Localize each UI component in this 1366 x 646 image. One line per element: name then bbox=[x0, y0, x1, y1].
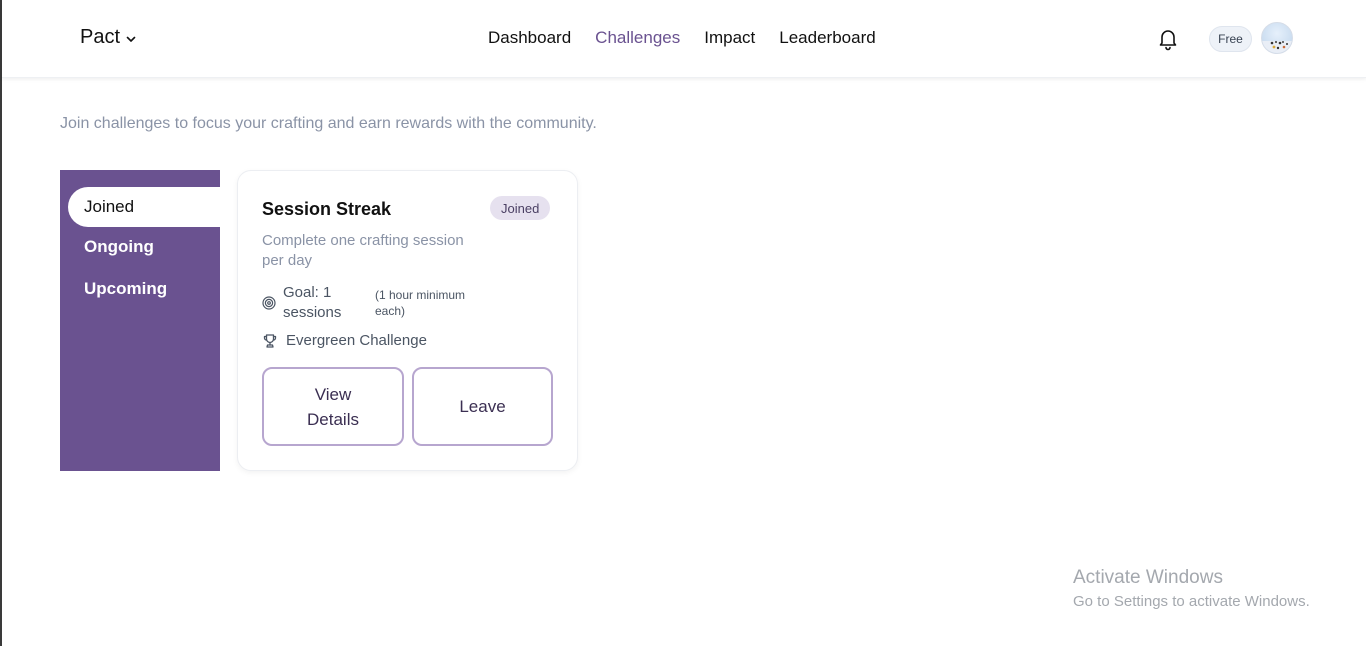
goal-text: Goal: 1 sessions bbox=[283, 284, 342, 321]
bell-icon[interactable] bbox=[1157, 27, 1179, 51]
avatar-image bbox=[1262, 40, 1292, 53]
nav-impact[interactable]: Impact bbox=[704, 28, 755, 48]
goal-row: Goal: 1 sessions (1 hour minimum each) bbox=[262, 283, 485, 323]
status-badge: Joined bbox=[490, 196, 551, 220]
page-subtitle: Join challenges to focus your crafting a… bbox=[60, 115, 597, 132]
nav-dashboard[interactable]: Dashboard bbox=[488, 28, 571, 48]
tab-upcoming[interactable]: Upcoming bbox=[60, 269, 220, 309]
main-nav: Dashboard Challenges Impact Leaderboard bbox=[488, 28, 876, 48]
avatar[interactable] bbox=[1261, 22, 1293, 54]
plan-badge: Free bbox=[1209, 26, 1252, 52]
brand-name: Pact bbox=[80, 26, 121, 48]
challenge-type-row: Evergreen Challenge bbox=[262, 332, 427, 349]
challenge-card: Session Streak Joined Complete one craft… bbox=[237, 170, 578, 471]
target-icon bbox=[262, 296, 276, 310]
trophy-icon bbox=[263, 333, 277, 348]
top-header: Pact Dashboard Challenges Impact Leaderb… bbox=[2, 0, 1366, 78]
challenge-type: Evergreen Challenge bbox=[286, 332, 427, 349]
nav-leaderboard[interactable]: Leaderboard bbox=[779, 28, 875, 48]
challenge-description: Complete one crafting session per day bbox=[262, 232, 464, 269]
brand-menu[interactable]: Pact bbox=[80, 26, 138, 49]
challenge-filter-sidebar: Joined Ongoing Upcoming bbox=[60, 170, 220, 471]
challenge-title: Session Streak bbox=[262, 199, 392, 219]
nav-challenges[interactable]: Challenges bbox=[595, 28, 680, 48]
goal-note: (1 hour minimum each) bbox=[375, 288, 466, 318]
watermark-subtitle: Go to Settings to activate Windows. bbox=[1073, 593, 1310, 610]
chevron-down-icon bbox=[126, 36, 136, 42]
tab-ongoing[interactable]: Ongoing bbox=[60, 227, 220, 267]
leave-button[interactable]: Leave bbox=[412, 367, 553, 446]
watermark-title: Activate Windows bbox=[1073, 567, 1223, 588]
view-details-button[interactable]: View Details bbox=[262, 367, 404, 446]
tab-joined[interactable]: Joined bbox=[68, 187, 220, 227]
